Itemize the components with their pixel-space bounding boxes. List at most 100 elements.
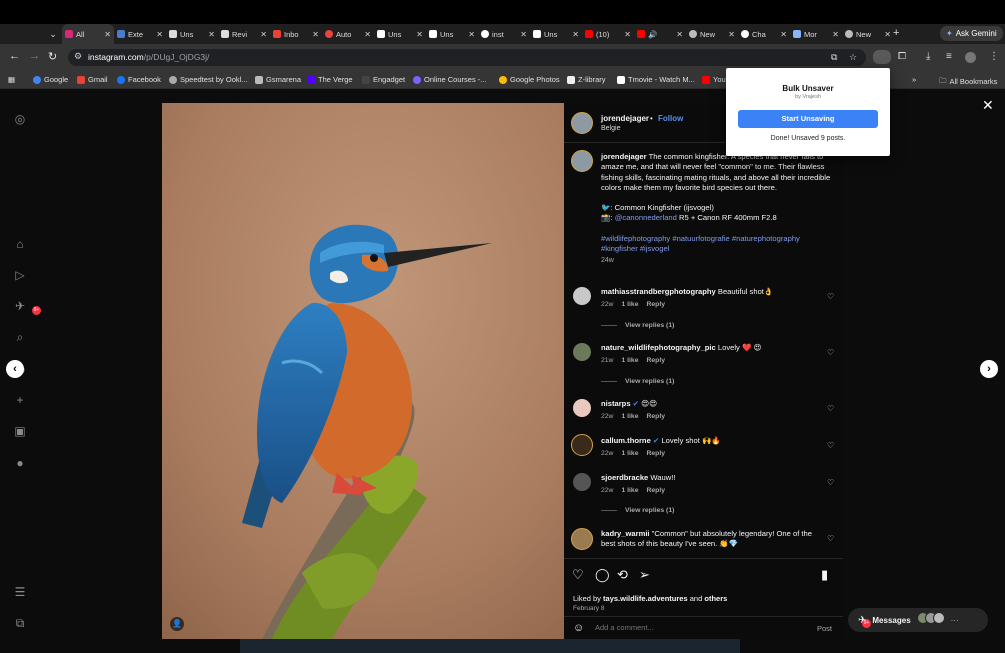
- new-tab-icon[interactable]: +: [893, 27, 899, 39]
- commenter-avatar[interactable]: [571, 528, 593, 550]
- caption-hashtags[interactable]: #wildlifephotography #natuurfotografie #…: [601, 234, 831, 255]
- tab-chatgpt[interactable]: Cha ✕: [738, 24, 790, 44]
- close-tab-icon[interactable]: ✕: [208, 30, 215, 39]
- tab-extensions[interactable]: Exte ✕: [114, 24, 166, 44]
- profile-avatar[interactable]: [965, 52, 976, 63]
- close-tab-icon[interactable]: ✕: [884, 30, 891, 39]
- close-tab-icon[interactable]: ✕: [416, 30, 423, 39]
- commenter-avatar[interactable]: [573, 343, 591, 361]
- comment-username[interactable]: sjoerdbracke: [601, 473, 648, 482]
- bookmark-speedtest[interactable]: Speedtest by Ookl...: [169, 75, 248, 84]
- search-icon[interactable]: ⌕: [10, 329, 30, 345]
- all-bookmarks[interactable]: 🗀 All Bookmarks: [939, 75, 997, 88]
- close-tab-icon[interactable]: ✕: [104, 30, 111, 39]
- also-from-meta-icon[interactable]: ⧉: [10, 615, 30, 631]
- like-comment-heart-icon[interactable]: ♡: [827, 292, 834, 301]
- comment-username[interactable]: nistarps: [601, 399, 631, 408]
- author-avatar[interactable]: [571, 112, 593, 134]
- close-tab-icon[interactable]: ✕: [676, 30, 683, 39]
- comment-likes[interactable]: 1 like: [621, 357, 638, 364]
- back-icon[interactable]: ←: [9, 50, 20, 62]
- like-comment-heart-icon[interactable]: ♡: [827, 441, 834, 450]
- close-tab-icon[interactable]: ✕: [780, 30, 787, 39]
- bookmark-gsmarena[interactable]: Gsmarena: [255, 75, 301, 84]
- bookmark-facebook[interactable]: Facebook: [117, 75, 161, 84]
- author-username[interactable]: jorendejager: [601, 114, 649, 123]
- tab-newtab-2[interactable]: New ✕: [842, 24, 894, 44]
- close-tab-icon[interactable]: ✕: [572, 30, 579, 39]
- media-icon[interactable]: ≡: [946, 51, 952, 62]
- saved-bookmark-icon[interactable]: ▮: [821, 567, 828, 583]
- more-menu-icon[interactable]: ☰: [10, 584, 30, 600]
- comment-likes[interactable]: 1 like: [621, 413, 638, 420]
- post-photo[interactable]: 👤: [162, 103, 564, 639]
- ask-gemini-button[interactable]: ✦ Ask Gemini: [940, 26, 1003, 41]
- address-bar[interactable]: ⚙ instagram.com/p/DUgJ_OjDG3j/ ⧉ ☆: [68, 49, 866, 66]
- close-tab-icon[interactable]: ✕: [312, 30, 319, 39]
- reply-button[interactable]: Reply: [646, 413, 665, 420]
- caption-author[interactable]: jorendejager: [601, 152, 647, 161]
- profile-avatar-icon[interactable]: ●: [10, 455, 30, 471]
- like-comment-heart-icon[interactable]: ♡: [827, 478, 834, 487]
- bulk-unsaver-extension-icon[interactable]: [873, 50, 891, 64]
- tab-search-icon[interactable]: ⌄: [46, 27, 60, 41]
- view-replies-button[interactable]: View replies (1): [601, 507, 674, 514]
- messages-pill[interactable]: ✈ 9+ Messages ···: [848, 608, 988, 632]
- close-tab-icon[interactable]: ✕: [156, 30, 163, 39]
- commenter-avatar[interactable]: [573, 287, 591, 305]
- comment-username[interactable]: nature_wildlifephotography_pic: [601, 343, 716, 352]
- comment-likes[interactable]: 1 like: [621, 301, 638, 308]
- close-tab-icon[interactable]: ✕: [520, 30, 527, 39]
- next-post-arrow-icon[interactable]: ›: [980, 360, 998, 378]
- reply-button[interactable]: Reply: [646, 301, 665, 308]
- download-icon[interactable]: ⤓: [926, 51, 930, 62]
- tab-newtab-1[interactable]: New ✕: [686, 24, 738, 44]
- like-comment-heart-icon[interactable]: ♡: [827, 534, 834, 543]
- close-tab-icon[interactable]: ✕: [364, 30, 371, 39]
- messenger-icon[interactable]: ✈: [10, 298, 30, 314]
- comment-likes[interactable]: 1 like: [621, 487, 638, 494]
- liked-by-user[interactable]: tays.wildlife.adventures: [603, 594, 688, 603]
- previous-post-arrow-icon[interactable]: ‹: [6, 360, 24, 378]
- reels-icon[interactable]: ▷: [10, 267, 30, 283]
- follow-button[interactable]: Follow: [658, 114, 683, 123]
- share-send-icon[interactable]: ➢: [639, 567, 650, 583]
- comment-likes[interactable]: 1 like: [621, 450, 638, 457]
- reply-button[interactable]: Reply: [646, 487, 665, 494]
- menu-icon[interactable]: ⋮: [989, 51, 999, 62]
- tab-youtube-audio[interactable]: 🔊 ✕: [634, 24, 686, 44]
- start-unsaving-button[interactable]: Start Unsaving: [738, 110, 878, 128]
- bookmark-google[interactable]: Google: [33, 75, 68, 84]
- forward-icon[interactable]: →: [29, 50, 40, 62]
- extensions-icon[interactable]: ⧠: [898, 51, 906, 62]
- apps-icon[interactable]: ▦: [8, 75, 15, 84]
- comment-username[interactable]: callum.thorne: [601, 436, 651, 445]
- tab-instagram[interactable]: All ✕: [62, 24, 114, 44]
- view-replies-button[interactable]: View replies (1): [601, 378, 674, 385]
- view-replies-button[interactable]: View replies (1): [601, 322, 674, 329]
- mention-link[interactable]: @canonnederland: [615, 213, 677, 222]
- home-icon[interactable]: ⌂: [10, 236, 30, 252]
- close-tab-icon[interactable]: ✕: [260, 30, 267, 39]
- post-location[interactable]: Belgie: [601, 125, 620, 132]
- tab-github[interactable]: inst ✕: [478, 24, 530, 44]
- repost-icon[interactable]: ⟲: [617, 567, 628, 583]
- tab-3[interactable]: Uns ✕: [166, 24, 218, 44]
- comment-bubble-icon[interactable]: ◯: [595, 567, 610, 583]
- bookmark-gmail[interactable]: Gmail: [77, 75, 108, 84]
- cast-icon[interactable]: ⧉: [831, 52, 837, 63]
- bookmark-star-icon[interactable]: ☆: [849, 52, 857, 63]
- tagged-users-icon[interactable]: 👤: [170, 617, 184, 631]
- close-tab-icon[interactable]: ✕: [728, 30, 735, 39]
- bookmarks-overflow-icon[interactable]: »: [912, 75, 916, 84]
- reply-button[interactable]: Reply: [646, 450, 665, 457]
- close-tab-icon[interactable]: ✕: [624, 30, 631, 39]
- tab-youtube[interactable]: (10) ✕: [582, 24, 634, 44]
- liked-by-others[interactable]: others: [704, 594, 727, 603]
- reload-icon[interactable]: ↻: [48, 50, 57, 63]
- create-icon[interactable]: +: [10, 392, 30, 408]
- bookmark-tmovie[interactable]: Tmovie - Watch M...: [617, 75, 695, 84]
- tab-gmail[interactable]: Inbo ✕: [270, 24, 322, 44]
- tab-8[interactable]: Uns ✕: [426, 24, 478, 44]
- bookmark-the-verge[interactable]: The Verge: [307, 75, 353, 84]
